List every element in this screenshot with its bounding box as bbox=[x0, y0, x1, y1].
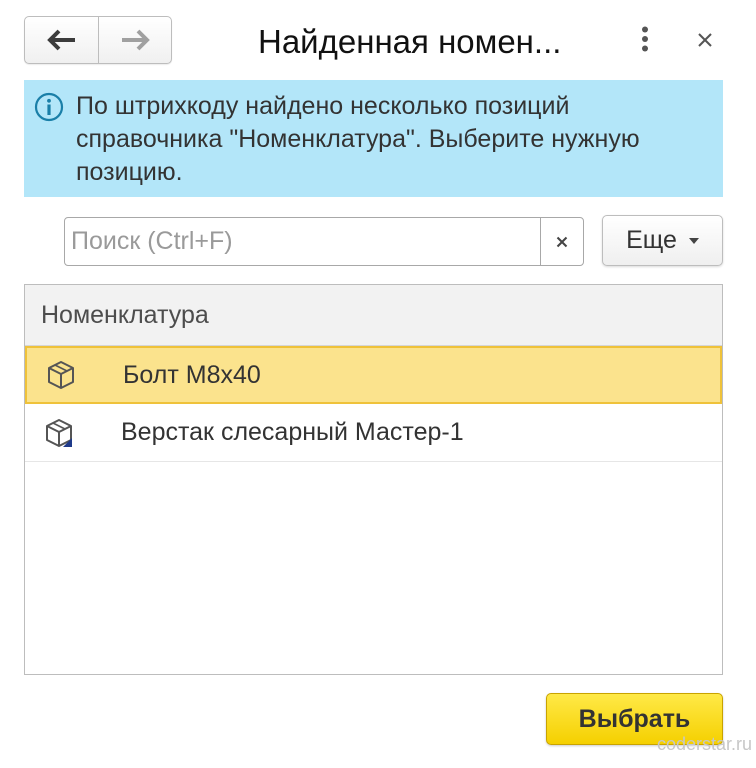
back-button[interactable] bbox=[25, 17, 98, 63]
watermark: coderstar.ru bbox=[656, 734, 752, 754]
close-icon bbox=[698, 33, 712, 47]
package-marked-icon bbox=[46, 418, 72, 447]
table-row[interactable]: Верстак слесарный Мастер-1 bbox=[25, 404, 722, 462]
info-banner: По штрихкоду найдено несколько позиций с… bbox=[24, 80, 723, 197]
page-title: Найденная номен... bbox=[258, 23, 562, 60]
search-clear-button[interactable] bbox=[540, 218, 583, 265]
row-label: Болт М8х40 bbox=[123, 360, 261, 389]
info-message: По штрихкоду найдено несколько позиций с… bbox=[76, 92, 640, 186]
more-options-button[interactable] bbox=[632, 24, 658, 54]
column-header-label: Номенклатура bbox=[41, 300, 209, 329]
arrow-right-icon bbox=[122, 29, 150, 51]
kebab-menu-icon bbox=[642, 26, 648, 52]
search-input[interactable] bbox=[65, 218, 540, 265]
more-menu-label: Еще bbox=[626, 226, 677, 254]
close-button[interactable] bbox=[690, 26, 720, 54]
column-header-nomenclature[interactable]: Номенклатура bbox=[25, 285, 722, 346]
clear-icon bbox=[556, 236, 568, 247]
navigation-buttons bbox=[24, 16, 172, 64]
table-row[interactable]: Болт М8х40 bbox=[25, 346, 722, 404]
row-label: Верстак слесарный Мастер-1 bbox=[121, 418, 464, 446]
more-menu-button[interactable]: Еще bbox=[602, 215, 723, 266]
package-icon bbox=[48, 361, 74, 389]
search-box bbox=[64, 217, 584, 266]
items-table: Номенклатура Болт М8х40 Верстак слесарны… bbox=[24, 284, 723, 675]
forward-button[interactable] bbox=[98, 17, 171, 63]
dropdown-arrow-icon bbox=[688, 237, 699, 244]
info-icon bbox=[34, 92, 64, 122]
arrow-left-icon bbox=[46, 29, 75, 51]
